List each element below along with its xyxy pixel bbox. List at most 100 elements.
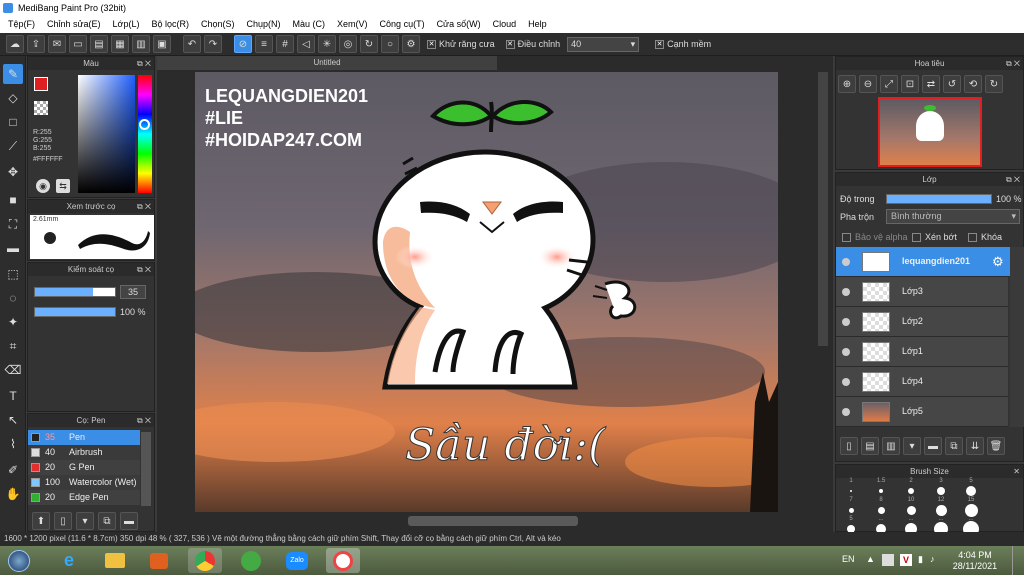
brush-size-option[interactable]	[964, 503, 978, 517]
gradient-tool-icon[interactable]: ▬	[3, 238, 23, 258]
brush-item[interactable]: 35Pen⚙	[28, 430, 140, 445]
volume-icon[interactable]: ♪	[930, 554, 935, 564]
background-color-swatch[interactable]	[34, 101, 48, 115]
eyedropper-tool-icon[interactable]: ⌇	[3, 434, 23, 454]
magic-wand-icon[interactable]: ✦	[3, 312, 23, 332]
blend-mode-select[interactable]: Bình thường ▾	[886, 209, 1020, 224]
cloud-icon[interactable]: ☁	[6, 35, 24, 53]
foreground-color-swatch[interactable]	[34, 77, 48, 91]
eraser-tool-icon[interactable]: ◇	[3, 88, 23, 108]
brush-menu-icon[interactable]: ▾	[76, 512, 94, 530]
visibility-eye-icon[interactable]	[842, 348, 850, 356]
menu-layer[interactable]: Lớp(L)	[107, 16, 146, 33]
layer-settings-icon[interactable]: ⚙	[992, 254, 1004, 270]
visibility-eye-icon[interactable]	[842, 378, 850, 386]
brush-size-option[interactable]	[935, 504, 947, 516]
rect-tool-icon[interactable]: □	[3, 112, 23, 132]
hand-tool-icon[interactable]: ✋	[3, 484, 23, 504]
soft-edge-toggle[interactable]: ✕ Cạnh mềm	[655, 39, 711, 49]
move-tool-icon[interactable]: ✥	[3, 162, 23, 182]
menu-view[interactable]: Xem(V)	[331, 16, 374, 33]
canvas-horizontal-scrollbar[interactable]	[408, 516, 578, 526]
brush-list-scrollbar[interactable]	[141, 432, 151, 506]
tray-expand-icon[interactable]: ▲	[866, 554, 875, 564]
layer-row[interactable]: Lớp4	[836, 367, 1008, 397]
close-icon[interactable]: ⧉ ✕	[137, 263, 151, 276]
brush-duplicate-icon[interactable]: ⧉	[98, 512, 116, 530]
text-tool-icon[interactable]: T	[3, 386, 23, 406]
brush-size-slider[interactable]	[34, 287, 116, 297]
adjust-checkbox[interactable]: ✕	[505, 39, 515, 49]
show-desktop-button[interactable]	[1012, 546, 1024, 575]
protect-alpha-toggle[interactable]: Bảo vệ alpha	[842, 232, 908, 242]
stroke-tool-icon[interactable]: ⟋	[3, 136, 23, 156]
layer-row[interactable]: Lớp1	[836, 337, 1008, 367]
palette-icon[interactable]: ◉	[36, 179, 50, 193]
hue-slider[interactable]	[138, 75, 152, 193]
close-icon[interactable]: ⧉ ✕	[137, 200, 151, 213]
fill-shape-tool-icon[interactable]: ■	[3, 190, 23, 210]
grid-page-icon[interactable]: ▦	[111, 35, 129, 53]
taskbar-coccoc[interactable]	[234, 548, 268, 573]
grid-snap-icon[interactable]: #	[276, 35, 294, 53]
layer-row[interactable]: Lớp3	[836, 277, 1008, 307]
soft-edge-checkbox[interactable]: ✕	[655, 39, 665, 49]
network-icon[interactable]: ▮	[918, 554, 923, 565]
menu-filter[interactable]: Bộ lọc(R)	[145, 16, 195, 33]
panel-icon[interactable]: ▥	[132, 35, 150, 53]
close-icon[interactable]: ⧉ ✕	[1006, 57, 1020, 70]
layout-icon[interactable]: ▣	[153, 35, 171, 53]
note-icon[interactable]: ▭	[69, 35, 87, 53]
brush-item[interactable]: 40 Airbrush	[28, 445, 140, 460]
lock-checkbox[interactable]	[968, 232, 977, 242]
antialias-toggle[interactable]: ✕ Khử răng cưa	[427, 39, 495, 49]
new-brush-icon[interactable]: ▯	[54, 512, 72, 530]
brush-size-option[interactable]	[937, 487, 945, 495]
layer-list-scrollbar[interactable]	[1010, 247, 1024, 427]
perspective-snap-icon[interactable]: ◁	[297, 35, 315, 53]
layer-row[interactable]: Lớp5	[836, 397, 1008, 427]
operation-tool-icon[interactable]: ↖	[3, 410, 23, 430]
brush-opacity-slider[interactable]	[34, 307, 116, 317]
new-halftone-layer-icon[interactable]: ▤	[861, 437, 879, 455]
menu-color[interactable]: Màu (C)	[287, 16, 332, 33]
navigator-thumbnail[interactable]	[878, 97, 982, 167]
undo-icon[interactable]: ↶	[183, 35, 201, 53]
start-button[interactable]	[4, 548, 34, 573]
bucket-tool-icon[interactable]: ⛶	[3, 214, 23, 234]
layer-menu-icon[interactable]: ▾	[903, 437, 921, 455]
redo-icon[interactable]: ↷	[204, 35, 222, 53]
rotate-reset-icon[interactable]: ⟲	[964, 75, 982, 93]
menu-file[interactable]: Tệp(F)	[2, 16, 41, 33]
lasso-tool-icon[interactable]: ◌	[3, 288, 23, 308]
rotate-right-icon[interactable]: ↻	[985, 75, 1003, 93]
brush-cloud-icon[interactable]: ⬆	[32, 512, 50, 530]
layer-row[interactable]: lequangdien201 ⚙	[836, 247, 1010, 277]
close-icon[interactable]: ⧉ ✕	[137, 414, 151, 427]
fit-window-icon[interactable]: ⤢	[880, 75, 898, 93]
brush-size-option[interactable]	[877, 506, 885, 514]
menu-help[interactable]: Help	[522, 16, 553, 33]
taskbar-explorer[interactable]	[98, 548, 132, 573]
pen-tool-icon[interactable]: ✐	[3, 460, 23, 480]
brush-size-option[interactable]	[906, 505, 916, 515]
new-layer-icon[interactable]: ▯	[840, 437, 858, 455]
select-pen-icon[interactable]: ⌗	[3, 336, 23, 356]
parallel-snap-icon[interactable]: ≡	[255, 35, 273, 53]
menu-edit[interactable]: Chỉnh sửa(E)	[41, 16, 107, 33]
tray-app-icon[interactable]	[882, 554, 894, 566]
flip-icon[interactable]: ⇄	[922, 75, 940, 93]
new-8bit-layer-icon[interactable]: ▥	[882, 437, 900, 455]
page-icon[interactable]: ▤	[90, 35, 108, 53]
menu-window[interactable]: Cửa số(W)	[431, 16, 487, 33]
close-icon[interactable]: ⧉ ✕	[1006, 173, 1020, 186]
snap-off-icon[interactable]: ⊘	[234, 35, 252, 53]
circle-snap-icon[interactable]: ○	[381, 35, 399, 53]
delete-layer-icon[interactable]: 🗑	[987, 437, 1005, 455]
menu-snap[interactable]: Chụp(N)	[241, 16, 287, 33]
menu-tools[interactable]: Công cụ(T)	[374, 16, 431, 33]
export-icon[interactable]: ⇪	[27, 35, 45, 53]
visibility-eye-icon[interactable]	[842, 258, 850, 266]
select-rect-icon[interactable]: ⬚	[3, 264, 23, 284]
comment-icon[interactable]: ✉	[48, 35, 66, 53]
